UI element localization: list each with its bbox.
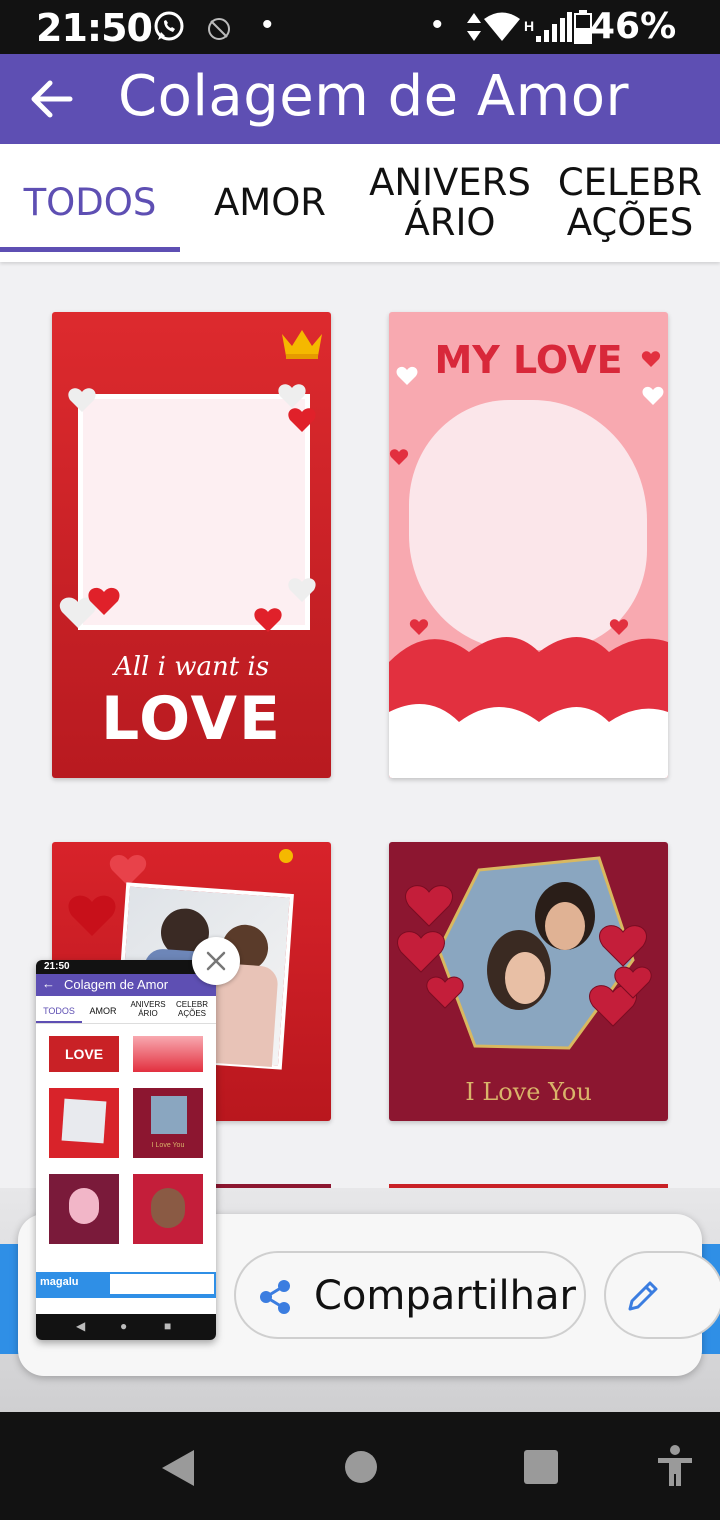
- tab-indicator: [0, 247, 180, 252]
- nav-home-icon[interactable]: [344, 1450, 378, 1484]
- tab-label-line2: AÇÕES: [566, 201, 694, 244]
- status-time: 21:50: [36, 6, 153, 50]
- pencil-icon: [628, 1281, 658, 1311]
- share-button[interactable]: Compartilhar: [234, 1251, 586, 1339]
- thumb-ad: magalu: [36, 1272, 216, 1298]
- dot-icon: •: [432, 8, 443, 41]
- thumb-nav-bar: ◀ ● ■: [36, 1314, 216, 1340]
- edit-button[interactable]: [604, 1251, 720, 1339]
- thumb-tab: ANIVERS ÁRIO: [130, 1000, 166, 1018]
- thumb-title: Colagem de Amor: [64, 977, 169, 992]
- battery-percent: 46%: [590, 6, 677, 47]
- share-button-label: Compartilhar: [314, 1273, 576, 1319]
- tab-label: TODOS: [23, 181, 157, 224]
- hearts-decoration: [59, 384, 316, 632]
- thumb-tab: AMOR: [89, 1006, 117, 1016]
- thumb-card: [133, 1036, 203, 1072]
- status-bar: 21:50 • • H 46%: [0, 0, 720, 54]
- template-card-2[interactable]: MY LOVE: [389, 312, 668, 778]
- template-card-4[interactable]: I Love You: [389, 842, 668, 1121]
- thumb-status-bar: 21:50 46: [36, 960, 216, 974]
- tab-label-line1: ANIVERS: [369, 161, 531, 204]
- hearts-decoration: [389, 351, 668, 778]
- system-nav-bar: [0, 1412, 720, 1520]
- screenshot-thumbnail[interactable]: 21:50 46 ← Colagem de Amor TODOS AMOR AN…: [36, 960, 216, 1340]
- tab-celebracoes[interactable]: CELEBR AÇÕES: [540, 144, 720, 262]
- accessibility-icon[interactable]: [656, 1444, 694, 1488]
- thumb-card: [49, 1088, 119, 1158]
- page-title: Colagem de Amor: [118, 64, 630, 129]
- tab-aniversario[interactable]: ANIVERS ÁRIO: [360, 144, 540, 262]
- nav-back-icon[interactable]: [160, 1448, 196, 1488]
- app-bar: Colagem de Amor: [0, 54, 720, 144]
- card-caption-big: LOVE: [101, 684, 282, 754]
- thumb-tabs: TODOS AMOR ANIVERS ÁRIO CELEBR AÇÕES: [36, 996, 216, 1024]
- data-arrows-icon: [467, 13, 481, 41]
- nav-recents-icon[interactable]: [524, 1450, 558, 1484]
- thumb-card: LOVE: [49, 1036, 119, 1072]
- whatsapp-icon: [154, 11, 184, 41]
- wifi-icon: [484, 12, 520, 41]
- ad-banner-left: [0, 1244, 20, 1354]
- close-thumbnail-button[interactable]: [192, 937, 240, 985]
- crown-icon: [282, 330, 322, 359]
- tab-amor[interactable]: AMOR: [180, 144, 360, 262]
- share-icon: [260, 1280, 290, 1314]
- template-card-1[interactable]: All i want is LOVE: [52, 312, 331, 778]
- thumb-tab: CELEBR AÇÕES: [175, 1000, 208, 1018]
- card-caption-bottom: I Love You: [465, 1078, 592, 1106]
- thumb-card-iloveyou: I Love You: [151, 1142, 185, 1149]
- category-tabs: TODOS AMOR ANIVERS ÁRIO CELEBR AÇÕES: [0, 144, 720, 262]
- thumb-card-love: LOVE: [64, 1046, 104, 1062]
- thumb-time: 21:50: [44, 961, 70, 972]
- thumb-back-icon: ←: [42, 976, 55, 991]
- tab-label: AMOR: [213, 181, 327, 224]
- location-off-icon: [208, 18, 230, 40]
- thumb-card: [49, 1174, 119, 1244]
- close-icon: [206, 951, 226, 971]
- thumb-tab: TODOS: [43, 1006, 75, 1016]
- thumb-app-bar: ← Colagem de Amor: [36, 974, 216, 996]
- thumb-ad-brand: magalu: [40, 1276, 79, 1288]
- tab-label-line1: CELEBR: [557, 161, 703, 204]
- tab-label-line2: ÁRIO: [404, 201, 496, 244]
- tab-todos[interactable]: TODOS: [0, 144, 180, 262]
- thumb-card: I Love You: [133, 1088, 203, 1158]
- thumb-card: [133, 1174, 203, 1244]
- arrow-back-icon[interactable]: [28, 76, 74, 122]
- dot-icon: •: [262, 8, 273, 41]
- signal-icon: [536, 12, 572, 42]
- card-caption-small: All i want is: [113, 652, 270, 682]
- network-type-label: H: [524, 18, 535, 34]
